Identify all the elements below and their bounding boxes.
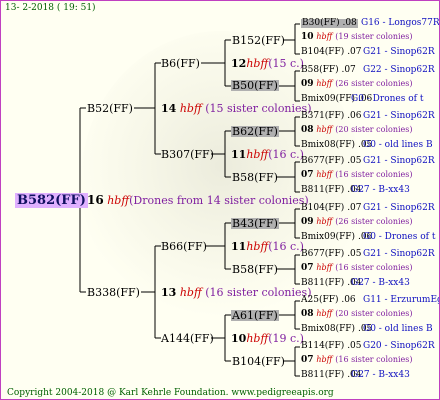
level4-bottom-node[interactable]: Bmix08(FF) .05 (301, 325, 372, 334)
pedigree-frame: 13- 2-2018 ( 19: 51) B582(FF) 16 hbff(Dr… (0, 0, 440, 400)
level2-node[interactable]: B66(FF) (161, 241, 207, 252)
level4-bottom-node[interactable]: Bmix09(FF) .06 (301, 233, 372, 242)
level4-top-node[interactable]: B371(FF) .06 (301, 112, 362, 121)
level1-info: 13 hbff (16 sister colonies) (161, 286, 312, 299)
level4-bottom-info: G21 - Sinop62R (363, 47, 435, 57)
level3-node-highlighted[interactable]: B43(FF) (231, 218, 279, 229)
level3-node[interactable]: B104(FF) (232, 356, 285, 367)
level4-top-info: G21 - Sinop62R (363, 203, 435, 213)
level4-bottom-info: G0 - Drones of t (363, 232, 436, 242)
root-node[interactable]: B582(FF) (15, 193, 88, 208)
level1-info: 14 hbff (15 sister colonies) (161, 102, 312, 115)
level2-node[interactable]: B307(FF) (161, 149, 214, 160)
level4-top-info: G21 - Sinop62R (363, 111, 435, 121)
level4-mid-info: 09 hbff (26 sister colonies) (301, 217, 413, 227)
level1-node[interactable]: B52(FF) (87, 103, 133, 114)
level3-node[interactable]: B152(FF) (232, 35, 285, 46)
level4-bottom-info: G0 - old lines B (363, 324, 433, 334)
root-hbff: hbff (107, 194, 130, 207)
level4-bottom-info: G27 - B-xx43 (351, 278, 410, 288)
level4-mid-info: 09 hbff (26 sister colonies) (301, 79, 413, 89)
level1-node[interactable]: B338(FF) (87, 287, 140, 298)
level4-bottom-info: G27 - B-xx43 (351, 185, 410, 195)
root-gen-num: 16 (87, 193, 104, 207)
level3-node[interactable]: B58(FF) (232, 264, 278, 275)
root-desc: (Drones from 14 sister colonies) (129, 194, 309, 207)
level4-top-node[interactable]: B30(FF) .08 (301, 19, 358, 28)
copyright-footer: Copyright 2004-2018 @ Karl Kehrle Founda… (7, 388, 334, 398)
level3-node-highlighted[interactable]: B62(FF) (231, 126, 279, 137)
level3-node[interactable]: B58(FF) (232, 172, 278, 183)
level4-mid-info: 08 hbff (20 sister colonies) (301, 125, 413, 135)
level2-info: 11hbff(16 c.) (231, 148, 304, 161)
level4-top-info: G11 - ErzurumEgg8 (363, 295, 439, 305)
level2-node[interactable]: B6(FF) (161, 58, 200, 69)
level4-bottom-info: G0 - Drones of t (351, 94, 424, 104)
level4-top-node[interactable]: B677(FF) .05 (301, 157, 362, 166)
level4-top-node[interactable]: B677(FF) .05 (301, 250, 362, 259)
level4-bottom-node[interactable]: Bmix08(FF) .05 (301, 141, 372, 150)
timestamp: 13- 2-2018 ( 19: 51) (5, 3, 96, 13)
level4-bottom-node[interactable]: B104(FF) .07 (301, 48, 362, 57)
level3-node-highlighted[interactable]: A61(FF) (231, 310, 279, 321)
level4-mid-info: 08 hbff (20 sister colonies) (301, 309, 413, 319)
level4-top-info: G16 - Longos77R (361, 18, 440, 28)
level4-mid-info: 07 hbff (16 sister colonies) (301, 170, 413, 180)
level4-top-node[interactable]: B104(FF) .07 (301, 204, 362, 213)
level2-info: 12hbff(15 c.) (231, 57, 304, 70)
level2-info: 11hbff(16 c.) (231, 240, 304, 253)
level4-top-node[interactable]: B114(FF) .05 (301, 342, 362, 351)
level4-top-info: G21 - Sinop62R (363, 156, 435, 166)
level4-top-info: G22 - Sinop62R (363, 65, 435, 75)
level4-top-info: G20 - Sinop62R (363, 341, 435, 351)
level4-mid-info: 07 hbff (16 sister colonies) (301, 263, 413, 273)
level3-node-highlighted[interactable]: B50(FF) (231, 80, 279, 91)
level2-node[interactable]: A144(FF) (161, 333, 214, 344)
level4-bottom-info: G27 - B-xx43 (351, 370, 410, 380)
level4-top-node[interactable]: B58(FF) .07 (301, 66, 356, 75)
level4-bottom-info: G0 - old lines B (363, 140, 433, 150)
level4-top-info: G21 - Sinop62R (363, 249, 435, 259)
level4-mid-info: 10 hbff (19 sister colonies) (301, 32, 413, 42)
level4-top-node[interactable]: A25(FF) .06 (301, 296, 356, 305)
level2-info: 10hbff(19 c.) (231, 332, 304, 345)
root-info: 16 hbff(Drones from 14 sister colonies) (87, 194, 309, 206)
level4-mid-info: 07 hbff (16 sister colonies) (301, 355, 413, 365)
